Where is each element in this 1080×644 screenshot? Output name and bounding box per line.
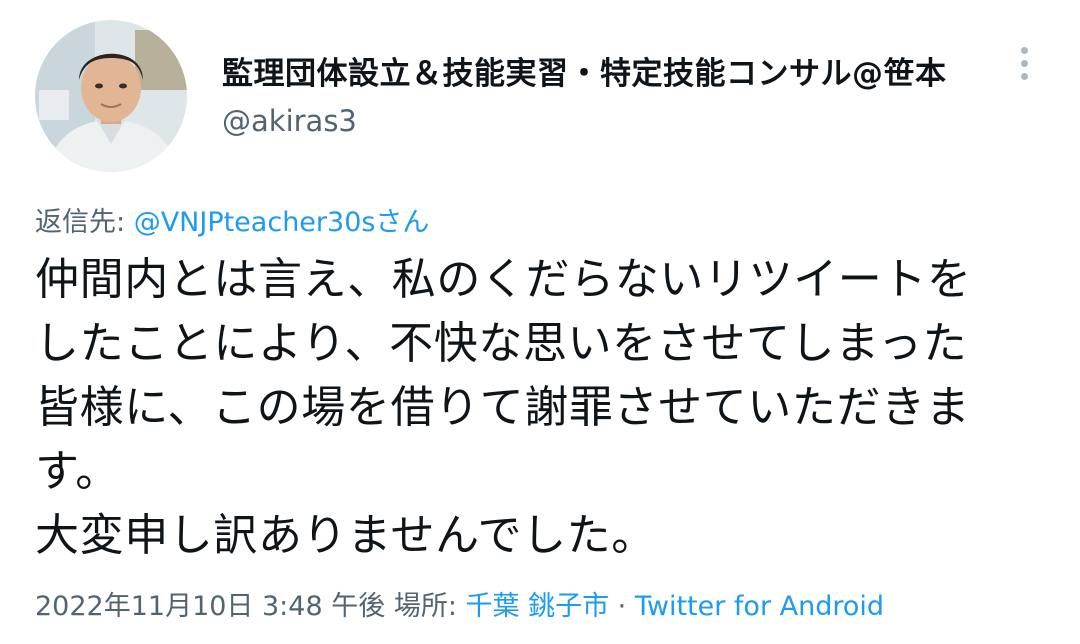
tweet-text-line: す。 (35, 446, 120, 497)
more-options-button[interactable] (1003, 40, 1045, 86)
tweet-text: 仲間内とは言え、私のくだらないリツイートを したことにより、不快な思いをさせてし… (35, 248, 1055, 568)
tweet-card: 監理団体設立＆技能実習・特定技能コンサル@笹本 @akiras3 返信先: @V… (0, 0, 1080, 644)
more-vertical-icon-dot (1020, 72, 1028, 80)
tweet-text-line: 大変申し訳ありませんでした。 (35, 510, 656, 561)
author-avatar[interactable] (35, 20, 187, 172)
reply-mention-link[interactable]: @VNJPteacher30sさん (134, 207, 430, 238)
more-vertical-icon-dot (1020, 59, 1028, 67)
author-display-name[interactable]: 監理団体設立＆技能実習・特定技能コンサル@笹本 (222, 48, 947, 93)
meta-separator: · (609, 591, 635, 622)
author-handle[interactable]: @akiras3 (222, 104, 357, 138)
tweet-text-line: 皆様に、この場を借りて謝罪させていただきま (35, 382, 971, 433)
avatar-photo-icon (35, 20, 187, 172)
more-vertical-icon (1020, 46, 1028, 54)
tweet-text-line: したことにより、不快な思いをさせてしまった (35, 318, 968, 369)
source-link[interactable]: Twitter for Android (635, 591, 884, 622)
tweet-metadata: 2022年11月10日 3:48 午後 場所: 千葉 銚子市 · Twitter… (35, 584, 884, 623)
location-link[interactable]: 千葉 銚子市 (466, 591, 610, 622)
location-label: 場所: (385, 591, 466, 622)
tweet-timestamp[interactable]: 2022年11月10日 3:48 午後 (35, 591, 385, 622)
reply-prefix: 返信先: (35, 207, 134, 238)
tweet-text-line: 仲間内とは言え、私のくだらないリツイートを (35, 254, 972, 305)
reply-to-line: 返信先: @VNJPteacher30sさん (35, 200, 429, 239)
